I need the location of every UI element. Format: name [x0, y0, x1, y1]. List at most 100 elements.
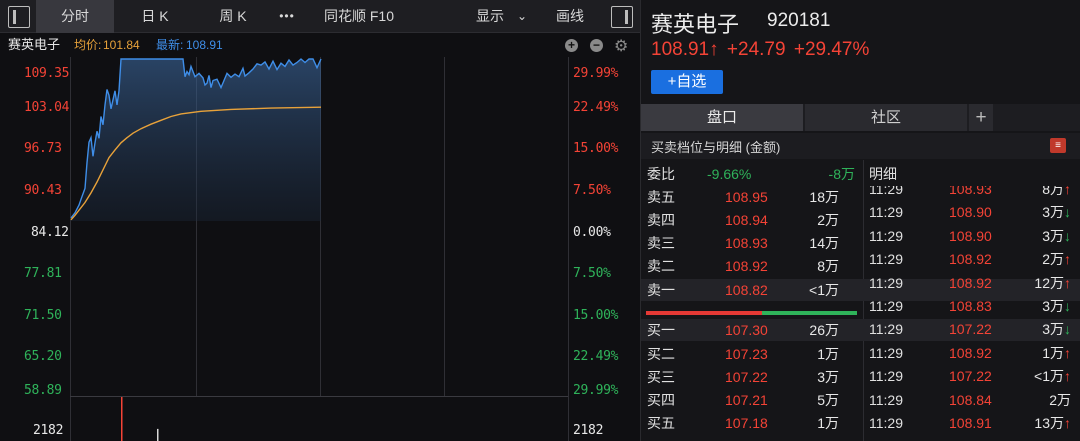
quote-stock-code: 920181 [767, 10, 831, 31]
panel-tab-bar: 盘口 社区 + [641, 104, 1080, 131]
trade-details: 11:29 108.93 8万↑ 11:29 108.90 3万↓ 11:29 108.90 3… [641, 186, 1080, 441]
detail-time: 11:29 [869, 415, 903, 431]
detail-time: 11:29 [869, 321, 903, 337]
detail-volume-cell: 3万↓ [1042, 225, 1071, 247]
percent-tick-label: 7.50% [573, 183, 611, 198]
arrow-up-icon: ↑ [709, 39, 719, 60]
detail-volume: 1万 [1042, 345, 1064, 361]
detail-volume-cell: <1万↑ [1034, 365, 1071, 387]
percent-tick-label: 29.99% [573, 66, 619, 81]
detail-volume: 3万 [1042, 228, 1064, 244]
percent-tick-label: 15.00% [573, 308, 619, 323]
detail-volume: 3万 [1042, 321, 1064, 337]
detail-volume: 12万 [1034, 275, 1064, 291]
detail-toggle-icon[interactable]: ≡ [1050, 138, 1066, 153]
detail-row: 11:29 108.90 3万↓ [641, 225, 1080, 247]
tab-orderbook[interactable]: 盘口 [641, 104, 803, 131]
detail-time: 11:29 [869, 228, 903, 244]
quote-change-pct: +29.47% [793, 39, 870, 60]
detail-row: 11:29 107.22 3万↓ [641, 318, 1080, 340]
detail-price: 108.92 [949, 251, 992, 267]
detail-row: 11:29 108.90 3万↓ [641, 201, 1080, 223]
detail-price: 108.84 [949, 392, 992, 408]
price-tick-label: 65.20 [24, 349, 62, 364]
detail-price: 108.92 [949, 275, 992, 291]
detail-direction-icon: ↑ [1064, 251, 1071, 267]
order-ratio-row: 委比 -9.66% -8万 [641, 163, 1080, 185]
percent-tick-label: 29.99% [573, 383, 619, 398]
chart-panel: 分时 日 K 周 K ••• 同花顺 F10 显示 ⌄ 画线 赛英电子 均价: … [0, 0, 640, 441]
price-tick-label: 77.81 [24, 266, 62, 281]
detail-volume-cell: 2万↑ [1042, 248, 1071, 270]
volume-bar [121, 397, 123, 441]
detail-time: 11:29 [869, 368, 903, 384]
quote-stock-name: 赛英电子 [651, 12, 740, 37]
volume-bar [157, 428, 159, 441]
detail-direction-icon: ↓ [1064, 204, 1071, 220]
price-area-fill [71, 59, 321, 221]
percent-tick-label: 7.50% [573, 266, 611, 281]
price-tick-label: 90.43 [24, 183, 62, 198]
detail-row: 11:29 108.84 2万 [641, 389, 1080, 411]
detail-row: 11:29 108.92 2万↑ [641, 248, 1080, 270]
detail-row: 11:29 108.83 3万↓ [641, 295, 1080, 317]
detail-volume-cell: 3万↓ [1042, 295, 1071, 317]
quote-panel: 赛英电子 920181 108.91↑ +24.79 +29.47% +自选 盘… [640, 0, 1080, 441]
detail-direction-icon: ↓ [1064, 298, 1071, 314]
price-tick-label: 109.35 [24, 66, 70, 81]
detail-row: 11:29 108.91 13万↑ [641, 412, 1080, 434]
detail-row: 11:29 107.22 <1万↑ [641, 365, 1080, 387]
intraday-chart [70, 58, 322, 441]
percent-tick-label: 15.00% [573, 141, 619, 156]
quote-price: 108.91 [651, 39, 710, 60]
price-tick-label: 58.89 [24, 383, 62, 398]
price-tick-label: 84.12 [31, 225, 69, 240]
detail-time: 11:29 [869, 345, 903, 361]
order-ratio-label: 委比 [647, 166, 675, 182]
detail-time: 11:29 [869, 275, 903, 291]
detail-price: 108.91 [949, 415, 992, 431]
order-ratio-value: -9.66% [707, 166, 752, 182]
detail-title: 明细 [869, 166, 897, 182]
quote-price-line: 108.91↑ +24.79 +29.47% [651, 39, 869, 61]
order-ratio-amount: -8万 [828, 166, 855, 182]
detail-price: 107.22 [949, 321, 992, 337]
volume-max-label-left: 2182 [33, 423, 64, 438]
quote-change: +24.79 [726, 39, 786, 60]
detail-row: 11:29 108.92 1万↑ [641, 342, 1080, 364]
detail-volume-cell: 3万↓ [1042, 201, 1071, 223]
detail-price: 108.90 [949, 228, 992, 244]
detail-direction-icon: ↑ [1064, 415, 1071, 431]
detail-volume: <1万 [1034, 368, 1064, 384]
section-title: 买卖档位与明细 (金额) [651, 140, 781, 155]
detail-volume: 3万 [1042, 204, 1064, 220]
detail-volume: 3万 [1042, 298, 1064, 314]
section-header: 买卖档位与明细 (金额) ≡ [641, 133, 1080, 159]
tab-community[interactable]: 社区 [805, 104, 967, 131]
add-watchlist-button[interactable]: +自选 [651, 70, 723, 94]
detail-volume-cell: 1万↑ [1042, 342, 1071, 364]
percent-tick-label: 22.49% [573, 349, 619, 364]
detail-volume-cell: 13万↑ [1034, 412, 1071, 434]
detail-volume-cell: 3万↓ [1042, 318, 1071, 340]
detail-volume-cell: 12万↑ [1034, 272, 1071, 294]
detail-price: 108.83 [949, 298, 992, 314]
price-tick-label: 96.73 [24, 141, 62, 156]
detail-time: 11:29 [869, 204, 903, 220]
add-tab-icon[interactable]: + [969, 104, 993, 131]
price-tick-label: 103.04 [24, 100, 70, 115]
detail-price: 108.92 [949, 345, 992, 361]
detail-volume: 13万 [1034, 415, 1064, 431]
detail-row: 11:29 108.92 12万↑ [641, 272, 1080, 294]
percent-tick-label: 0.00% [573, 225, 611, 240]
detail-direction-icon: ↓ [1064, 228, 1071, 244]
price-tick-label: 71.50 [24, 308, 62, 323]
detail-volume-cell: 2万 [1049, 389, 1071, 411]
detail-price: 107.22 [949, 368, 992, 384]
detail-direction-icon: ↑ [1064, 345, 1071, 361]
volume-max-label-right: 2182 [573, 423, 604, 438]
detail-price: 108.90 [949, 204, 992, 220]
detail-direction-icon: ↑ [1064, 275, 1071, 291]
detail-volume: 2万 [1042, 251, 1064, 267]
detail-time: 11:29 [869, 298, 903, 314]
